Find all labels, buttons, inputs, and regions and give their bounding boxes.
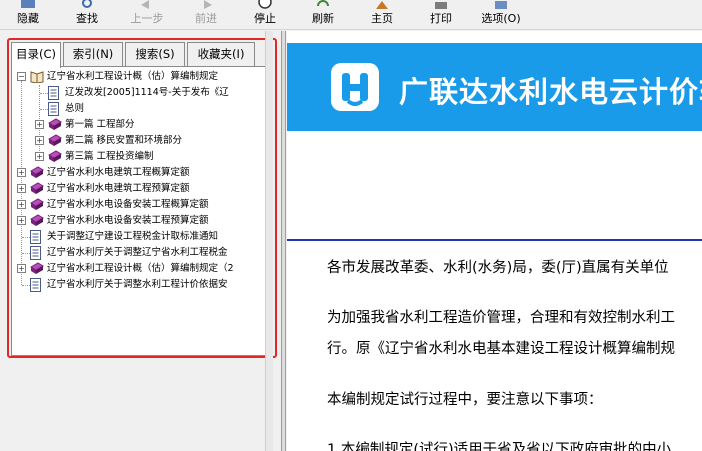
page-icon [30,278,41,292]
refresh-icon [317,0,329,7]
tree-item-label: 辽宁省水利工程设计概（估）算编制规定 [47,71,219,82]
tree-item[interactable]: 总则 [12,101,272,117]
toolbar: 隐藏 查找 上一步 前进 停止 刷新 主页 打印 选项(O) [0,0,702,30]
logo-mark-icon [342,73,368,106]
tree-item-label: 第二篇 移民安置和环境部分 [65,135,183,146]
hide-icon [21,0,35,8]
tree-item-label: 第三篇 工程投资编制 [65,151,154,162]
print-button[interactable]: 打印 [421,0,461,30]
tree-item[interactable]: + 辽宁省水利工程设计概（估）算编制规定（2 [12,261,272,277]
collapse-icon[interactable]: − [17,72,26,81]
stop-icon [258,0,272,9]
tree-item-label: 辽宁省水利工程设计概（估）算编制规定（2 [47,263,234,274]
tree-item[interactable]: + 辽宁省水利水电建筑工程预算定额 [12,181,272,197]
paragraph-2-line-1: 为加强我省水利工程造价管理，合理和有效控制水利工 [327,310,675,326]
tree-item-label: 辽宁省水利水电设备安装工程概算定额 [47,199,209,210]
tree-item-label: 辽宁省水利水电建筑工程预算定额 [47,183,190,194]
find-icon [82,0,92,8]
tree-item[interactable]: − 辽宁省水利工程设计概（估）算编制规定 [12,69,272,85]
book-icon [30,182,44,194]
paragraph-3: 本编制规定试行过程中，要注意以下事项： [327,392,603,408]
expand-icon[interactable]: + [35,152,44,161]
contents-tree[interactable]: − 辽宁省水利工程设计概（估）算编制规定辽发改发[2005]1114号-关于发布《… [11,66,273,356]
brand-banner: 广联达水利水电云计价软 [287,43,702,131]
book-icon [30,214,44,226]
expand-icon[interactable]: + [17,184,26,193]
tree-item[interactable]: + 第三篇 工程投资编制 [12,149,272,165]
tree-item-label: 辽宁省水利厅关于调整辽宁省水利工程税金 [47,247,228,258]
pane-splitter[interactable] [282,31,286,451]
tree-item[interactable]: + 第一篇 工程部分 [12,117,272,133]
stop-button[interactable]: 停止 [245,0,285,30]
tree-item-label: 辽宁省水利水电设备安装工程预算定额 [47,215,209,226]
forward-button[interactable]: 前进 [186,0,226,30]
print-icon [435,2,447,9]
tree-item-label: 辽宁省水利厅关于调整水利工程计价依据安 [47,279,228,290]
tree-item[interactable]: + 辽宁省水利水电设备安装工程概算定额 [12,197,272,213]
tree-item[interactable]: + 辽宁省水利水电建筑工程概算定额 [12,165,272,181]
paragraph-2-line-2: 行。原《辽宁省水利水电基本建设工程设计概算编制规 [327,341,675,357]
options-icon [495,1,507,9]
tab-favorites[interactable]: 收藏夹(I) [187,42,255,66]
tab-search[interactable]: 搜索(S) [125,42,185,66]
tab-index[interactable]: 索引(N) [63,42,123,66]
back-arrow-icon [141,0,149,9]
tree-branch-line [22,285,30,286]
options-button[interactable]: 选项(O) [474,0,528,30]
left-scrollbar[interactable] [265,31,273,451]
tree-item-label: 辽发改发[2005]1114号-关于发布《辽 [65,87,229,98]
refresh-button[interactable]: 刷新 [303,0,343,30]
page-icon [48,102,59,116]
tree-item-label: 总则 [65,103,85,114]
hide-button[interactable]: 隐藏 [8,0,48,30]
tree-item-label: 辽宁省水利水电建筑工程概算定额 [47,167,190,178]
book-icon [30,262,44,274]
page-icon [30,230,41,244]
book-icon [30,166,44,178]
home-icon [376,1,388,9]
tree-item[interactable]: 辽宁省水利厅关于调整水利工程计价依据安 [12,277,272,293]
open-book-icon [30,71,44,83]
tree-item[interactable]: 辽发改发[2005]1114号-关于发布《辽 [12,85,272,101]
book-icon [48,150,62,162]
paragraph-4: 1.本编制规定(试行)适用于省及省以下政府审批的中小 [327,442,672,451]
navigation-pane: 目录(C) 索引(N) 搜索(S) 收藏夹(I) − 辽宁省水利工程设计概（估）算… [0,31,282,451]
tree-item-label: 第一篇 工程部分 [65,119,135,130]
tree-branch-line [40,93,48,94]
expand-icon[interactable]: + [17,264,26,273]
logo [331,63,379,111]
tree-branch-line [22,253,30,254]
book-icon [30,198,44,210]
expand-icon[interactable]: + [35,136,44,145]
book-icon [48,134,62,146]
tree-item[interactable]: + 第二篇 移民安置和环境部分 [12,133,272,149]
expand-icon[interactable]: + [35,120,44,129]
tab-contents[interactable]: 目录(C) [11,42,61,68]
expand-icon[interactable]: + [17,200,26,209]
tree-branch-line [22,237,30,238]
page-icon [30,246,41,260]
highlight-frame: 目录(C) 索引(N) 搜索(S) 收藏夹(I) − 辽宁省水利工程设计概（估）算… [7,38,277,358]
paragraph-1: 各市发展改革委、水利(水务)局，委(厅)直属有关单位 [327,260,669,276]
forward-arrow-icon [204,0,212,9]
divider [287,239,702,241]
content-pane: 广联达水利水电云计价软 各市发展改革委、水利(水务)局，委(厅)直属有关单位 为… [287,31,702,451]
tree-item[interactable]: + 辽宁省水利水电设备安装工程预算定额 [12,213,272,229]
tree-item[interactable]: 辽宁省水利厅关于调整辽宁省水利工程税金 [12,245,272,261]
home-button[interactable]: 主页 [362,0,402,30]
page-icon [48,86,59,100]
back-button[interactable]: 上一步 [124,0,170,30]
banner-title: 广联达水利水电云计价软 [399,75,702,109]
book-icon [48,118,62,130]
find-button[interactable]: 查找 [67,0,107,30]
tree-item-label: 关于调整辽宁建设工程税金计取标准通知 [47,231,219,242]
expand-icon[interactable]: + [17,216,26,225]
expand-icon[interactable]: + [17,168,26,177]
tree-branch-line [40,109,48,110]
tree-item[interactable]: 关于调整辽宁建设工程税金计取标准通知 [12,229,272,245]
